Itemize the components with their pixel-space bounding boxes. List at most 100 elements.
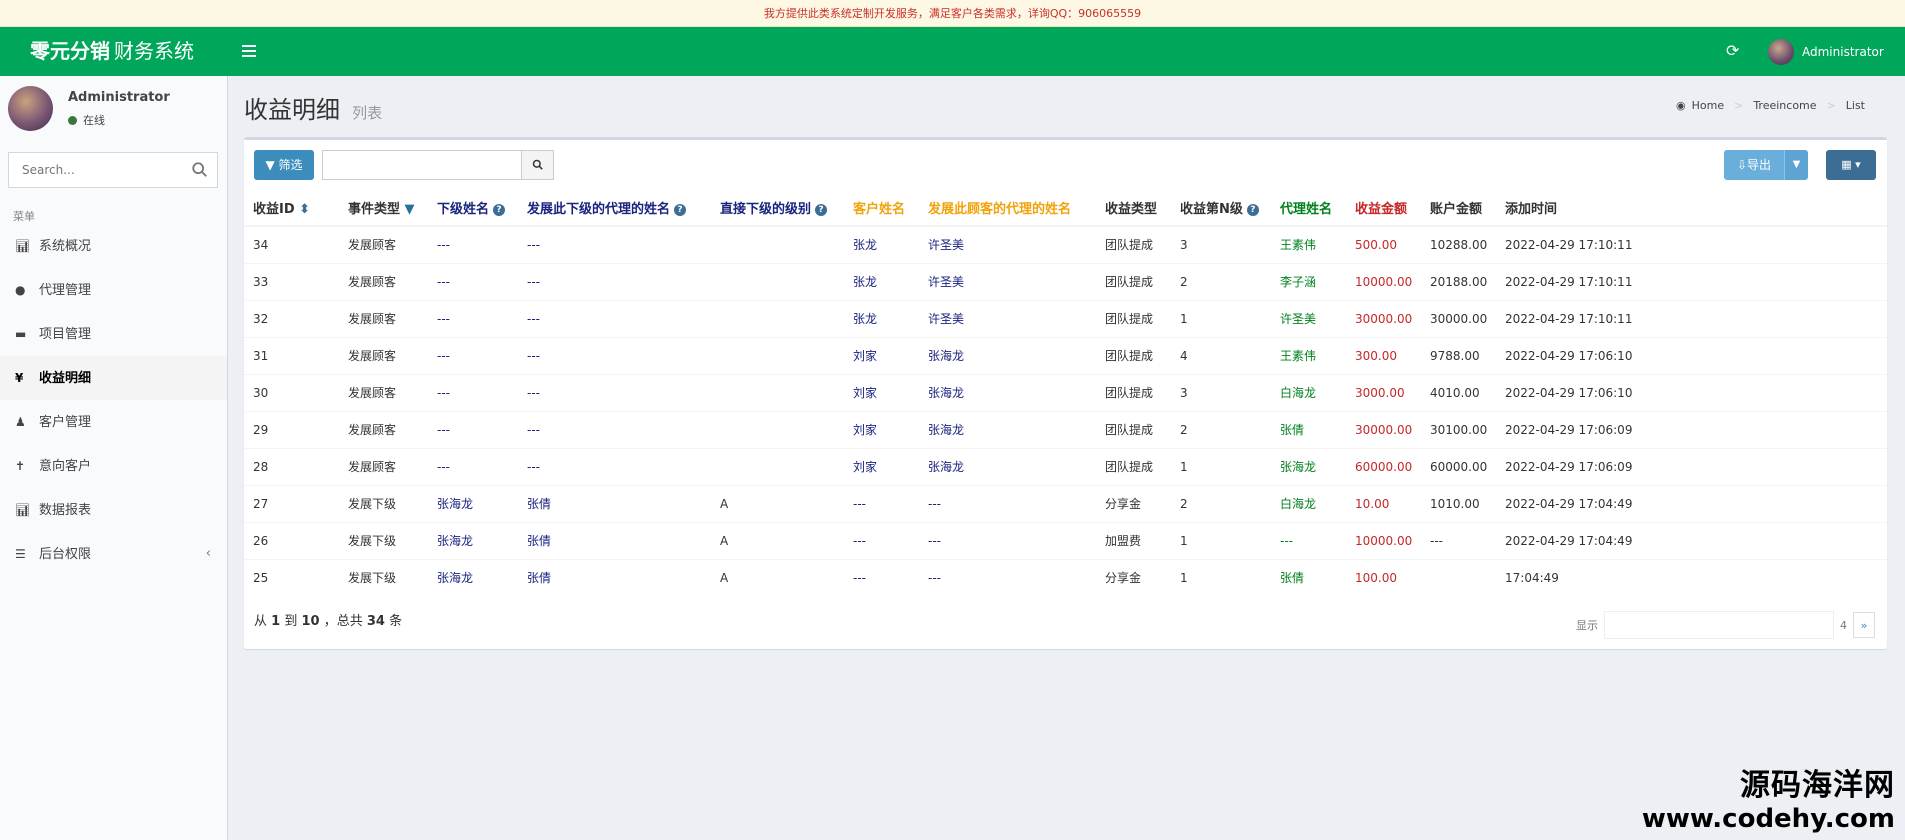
user-icon: ●	[15, 283, 26, 297]
cell-customer-name: 张龙	[844, 225, 919, 263]
col-customer-developer-agent: 发展此顾客的代理的姓名	[919, 190, 1096, 227]
sidebar-item-customer-management[interactable]: ♟ 客户管理	[0, 400, 227, 444]
sidebar-item-label: 代理管理	[39, 283, 92, 298]
cell-income-type: 团队提成	[1096, 262, 1171, 300]
page-number[interactable]: 4	[1840, 619, 1847, 632]
sidebar-item-agent-management[interactable]: ● 代理管理	[0, 268, 227, 312]
cell-income-type: 加盟费	[1096, 521, 1171, 559]
sidebar-item-label: 项目管理	[39, 327, 92, 342]
breadcrumb-separator: >	[1826, 99, 1836, 112]
sidebar-search	[8, 152, 218, 188]
cell-agent-name: 王素伟	[1271, 225, 1346, 263]
bar-chart-icon: 📊︎	[15, 239, 31, 253]
sidebar-item-project-management[interactable]: ▬ 项目管理	[0, 312, 227, 356]
col-income-level: 收益第N级?	[1171, 190, 1271, 227]
sidebar-item-data-report[interactable]: 📊︎ 数据报表	[0, 488, 227, 532]
cell-income-amount: 60000.00	[1346, 447, 1421, 485]
cell-customer-developer-agent: 张海龙	[919, 410, 1096, 448]
table-row: 29 发展顾客 --- --- 刘家 张海龙 团队提成 2 张倩 30000.00 30100.00…	[244, 410, 1887, 448]
cell-income-amount: 100.00	[1346, 558, 1421, 596]
search-icon[interactable]	[191, 161, 209, 179]
columns-button[interactable]: ▦ ▾	[1826, 150, 1876, 180]
cell-customer-name: 刘家	[844, 410, 919, 448]
breadcrumb-home[interactable]: Home	[1692, 99, 1724, 112]
col-sub-developer-agent: 发展此下级的代理的姓名?	[518, 190, 711, 227]
sidebar-item-income-detail[interactable]: ¥ 收益明细	[0, 356, 227, 400]
notice-banner: 我方提供此类系统定制开发服务，满足客户各类需求，详询QQ：906065559	[0, 0, 1905, 27]
cell-sub-name: ---	[428, 262, 518, 300]
help-icon: ?	[493, 204, 506, 216]
table-search-input[interactable]	[323, 151, 523, 179]
export-dropdown-toggle[interactable]: ▼	[1784, 150, 1808, 180]
refresh-icon[interactable]: ⟳	[1726, 41, 1739, 60]
cell-sub-name: 张海龙	[428, 558, 518, 596]
breadcrumb-treeincome[interactable]: Treeincome	[1753, 99, 1816, 112]
col-income-type: 收益类型	[1096, 190, 1171, 227]
sidebar-item-admin-permissions[interactable]: ☰ 后台权限 ‹	[0, 532, 227, 576]
page-size-label: 显示	[1576, 619, 1598, 632]
cell-sub-name: ---	[428, 299, 518, 337]
cell-income-amount: 3000.00	[1346, 373, 1421, 411]
cell-income-id: 32	[244, 299, 339, 337]
cell-agent-name: 白海龙	[1271, 484, 1346, 522]
page-subtitle: 列表	[352, 104, 383, 122]
cell-income-level: 1	[1171, 299, 1271, 337]
export-button[interactable]: ⇩导出	[1724, 150, 1784, 180]
cell-income-id: 31	[244, 336, 339, 374]
next-page-button[interactable]: »	[1853, 612, 1875, 638]
sidebar-item-label: 系统概况	[39, 239, 92, 254]
pagination-info: 从 1 到 10 ，总共 34 条	[254, 614, 403, 629]
menu-header: 菜单	[13, 210, 35, 223]
filter-button-label: 筛选	[278, 158, 303, 172]
cell-agent-name: 许圣美	[1271, 299, 1346, 337]
cell-added-time: 2022-04-29 17:06:10	[1496, 336, 1887, 374]
sidebar-item-intended-customers[interactable]: ✝ 意向客户	[0, 444, 227, 488]
cell-sub-developer-agent: 张倩	[518, 558, 711, 596]
bar-chart-icon: 📊︎	[15, 503, 31, 517]
cell-income-id: 28	[244, 447, 339, 485]
page-title: 收益明细	[244, 96, 340, 124]
sidebar-item-system-overview[interactable]: 📊︎ 系统概况	[0, 224, 227, 268]
sidebar-search-input[interactable]	[9, 153, 179, 187]
col-income-id[interactable]: 收益ID ⬍	[244, 190, 339, 227]
watermark-url: www.codehy.com	[1641, 804, 1895, 834]
cell-income-type: 团队提成	[1096, 299, 1171, 337]
cell-sub-name: ---	[428, 225, 518, 263]
cell-income-id: 30	[244, 373, 339, 411]
cell-income-id: 25	[244, 558, 339, 596]
cell-direct-sub-level	[711, 336, 844, 374]
cell-customer-developer-agent: 张海龙	[919, 336, 1096, 374]
filter-icon: ▼	[265, 158, 275, 172]
table-row: 32 发展顾客 --- --- 张龙 许圣美 团队提成 1 许圣美 30000.00 30000.0…	[244, 299, 1887, 337]
cell-direct-sub-level: A	[711, 484, 844, 522]
table-search-button[interactable]	[521, 151, 553, 179]
cell-event-type: 发展顾客	[339, 447, 428, 485]
sidebar-toggle-icon[interactable]	[242, 41, 256, 61]
income-table: 收益ID ⬍ 事件类型 ▼ 下级姓名? 发展此下级的代理的姓名? 直接下级的级别…	[244, 190, 1887, 596]
cell-account-amount: 60000.00	[1421, 447, 1496, 485]
sidebar-item-label: 后台权限	[39, 547, 92, 562]
cell-customer-developer-agent: ---	[919, 521, 1096, 559]
cell-sub-developer-agent: ---	[518, 447, 711, 485]
brand-logo[interactable]: 零元分销 财务系统	[30, 27, 194, 76]
credit-card-icon: ▬	[15, 327, 27, 341]
cell-agent-name: 张海龙	[1271, 447, 1346, 485]
watermark-title: 源码海洋网	[1740, 768, 1895, 803]
filter-button[interactable]: ▼ 筛选	[254, 150, 314, 180]
top-user-menu[interactable]: Administrator	[1768, 37, 1884, 67]
cell-income-type: 团队提成	[1096, 225, 1171, 263]
user-panel: Administrator 在线	[8, 86, 218, 138]
col-agent-name: 代理姓名	[1271, 190, 1346, 227]
cell-income-level: 1	[1171, 558, 1271, 596]
table-row: 28 发展顾客 --- --- 刘家 张海龙 团队提成 1 张海龙 60000.00 60000.0…	[244, 447, 1887, 485]
cell-direct-sub-level	[711, 410, 844, 448]
download-icon: ⇩	[1736, 158, 1748, 172]
cell-income-type: 团队提成	[1096, 336, 1171, 374]
cell-income-amount: 10000.00	[1346, 521, 1421, 559]
help-icon: ?	[815, 204, 828, 216]
col-income-amount: 收益金额	[1346, 190, 1421, 227]
cell-customer-developer-agent: 许圣美	[919, 225, 1096, 263]
table-row: 25 发展下级 张海龙 张倩 A --- --- 分享金 1 张倩 100.00 17:04:49	[244, 558, 1887, 596]
col-event-type[interactable]: 事件类型 ▼	[339, 190, 428, 227]
cell-income-id: 26	[244, 521, 339, 559]
